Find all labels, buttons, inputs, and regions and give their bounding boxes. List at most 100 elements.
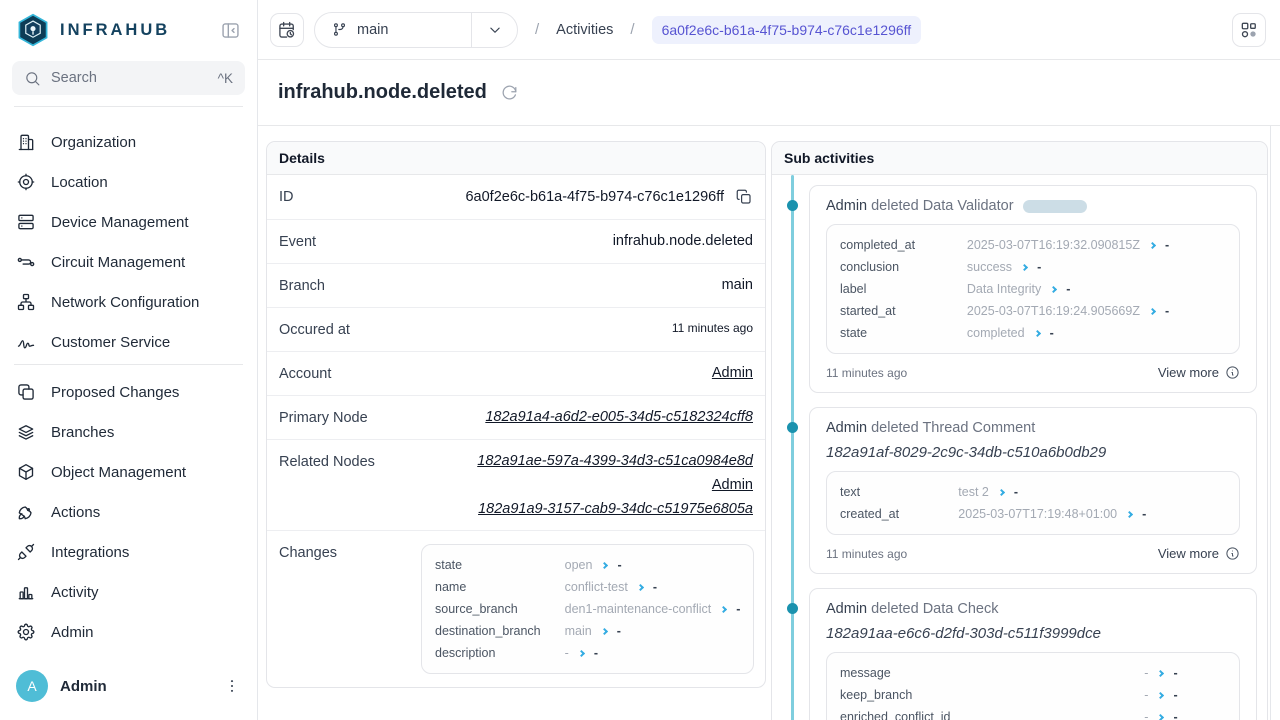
field-value-inner: -- <box>565 644 598 662</box>
card-footer: 11 minutes agoView more <box>826 546 1240 561</box>
field-key: text <box>840 481 958 503</box>
sidebar-item-actions[interactable]: Actions <box>0 492 257 532</box>
breadcrumb-id-pill[interactable]: 6a0f2e6c-b61a-4f75-b974-c76c1e1296ff <box>652 16 922 44</box>
sidebar-item-network-configuration[interactable]: Network Configuration <box>0 282 257 322</box>
branch-selector[interactable]: main <box>314 12 518 48</box>
card-node-id: 182a91af-8029-2c9c-34db-c510a6b0db29 <box>826 444 1240 461</box>
branch-dropdown-caret[interactable] <box>471 13 517 47</box>
refresh-icon[interactable] <box>500 83 519 102</box>
sidebar-item-integrations[interactable]: Integrations <box>0 532 257 572</box>
card-action: deleted Data Validator <box>871 198 1013 214</box>
field-value-inner: -- <box>1144 686 1177 704</box>
schema-components-button[interactable] <box>1232 13 1266 47</box>
breadcrumb-activities-link[interactable]: Activities <box>556 22 613 38</box>
view-more-link[interactable]: View more <box>1158 365 1240 380</box>
detail-label: Branch <box>279 277 407 294</box>
view-more-label: View more <box>1158 546 1219 561</box>
field-value: main - <box>565 620 741 642</box>
field-value-inner: Data Integrity- <box>967 280 1071 298</box>
field-key: destination_branch <box>435 620 565 642</box>
sidebar-item-proposed-changes[interactable]: Proposed Changes <box>0 372 257 412</box>
sidebar-item-admin[interactable]: Admin <box>0 612 257 652</box>
chevron-right-icon <box>1149 307 1156 314</box>
changes-box: texttest 2-created_at2025-03-07T17:19:48… <box>826 471 1240 535</box>
field-value-inner: den1-maintenance-conflict- <box>565 600 741 618</box>
field-old-value: - <box>1144 664 1148 682</box>
detail-value: 11 minutes ago <box>672 321 753 335</box>
node-link[interactable]: 182a91ae-597a-4399-34d3-c51ca0984e8d <box>477 453 753 469</box>
field-row: destination_branchmain - <box>435 620 740 642</box>
chart-bar-icon <box>16 582 36 602</box>
sidebar-item-label: Customer Service <box>51 334 170 351</box>
chevron-right-icon <box>601 561 608 568</box>
detail-row: Eventinfrahub.node.deleted <box>267 220 765 264</box>
node-link[interactable]: Admin <box>712 477 753 493</box>
field-key: completed_at <box>840 234 967 256</box>
field-value: open- <box>565 554 741 576</box>
sidebar-item-device-management[interactable]: Device Management <box>0 202 257 242</box>
detail-row: Related Nodes182a91ae-597a-4399-34d3-c51… <box>267 440 765 531</box>
sub-activity-card[interactable]: Admindeleted Data Check182a91aa-e6c6-d2f… <box>809 588 1257 720</box>
git-branch-icon <box>331 21 348 38</box>
field-row: started_at2025-03-07T16:19:24.905669Z- <box>840 300 1226 322</box>
field-key: source_branch <box>435 598 565 620</box>
infrahub-logo-icon <box>16 13 50 47</box>
field-old-value: main <box>565 622 592 640</box>
avatar: A <box>16 670 48 702</box>
sub-activities-panel: Sub activities Admindeleted Data Validat… <box>771 141 1268 720</box>
sidebar-item-label: Branches <box>51 424 114 441</box>
field-row: nameconflict-test- <box>435 576 740 598</box>
field-value-inner: 2025-03-07T16:19:24.905669Z- <box>967 302 1169 320</box>
sidebar-item-object-management[interactable]: Object Management <box>0 452 257 492</box>
field-new-value: - <box>1173 664 1177 682</box>
field-old-value: den1-maintenance-conflict <box>565 600 712 618</box>
sidebar-item-organization[interactable]: Organization <box>0 122 257 162</box>
sidebar-item-branches[interactable]: Branches <box>0 412 257 452</box>
field-value: Data Integrity- <box>967 278 1226 300</box>
server-icon <box>16 212 36 232</box>
field-key: conclusion <box>840 256 967 278</box>
time-travel-button[interactable] <box>270 13 304 47</box>
copy-icon[interactable] <box>735 188 753 206</box>
field-old-value: 2025-03-07T16:19:24.905669Z <box>967 302 1140 320</box>
sidebar-item-activity[interactable]: Activity <box>0 572 257 612</box>
sub-activity-card[interactable]: Admindeleted Data Validatorcompleted_at2… <box>809 185 1257 393</box>
changes-box: message--keep_branch--enriched_conflict_… <box>826 652 1240 720</box>
brand-row: INFRAHUB <box>0 0 257 58</box>
sidebar-item-label: Actions <box>51 504 100 521</box>
field-value: completed- <box>967 322 1226 344</box>
field-new-value: - <box>1173 686 1177 704</box>
field-key: enriched_conflict_id <box>840 706 1144 720</box>
field-new-value: - <box>594 644 598 662</box>
timeline-entry: Admindeleted Data Check182a91aa-e6c6-d2f… <box>809 588 1257 720</box>
sidebar-item-location[interactable]: Location <box>0 162 257 202</box>
chevron-right-icon <box>578 649 585 656</box>
scrollbar-track <box>1270 126 1271 720</box>
sidebar-item-customer-service[interactable]: Customer Service <box>0 322 257 362</box>
field-value: test 2- <box>958 481 1226 503</box>
node-link[interactable]: Admin <box>712 365 753 381</box>
user-menu-dots-icon[interactable] <box>223 677 241 695</box>
node-link[interactable]: 182a91a4-a6d2-e005-34d5-c5182324cff8 <box>485 409 753 425</box>
sidebar-collapse-icon[interactable] <box>218 18 243 43</box>
content-area: Details ID6a0f2e6c-b61a-4f75-b974-c76c1e… <box>258 126 1280 720</box>
field-value: -- <box>1144 684 1226 706</box>
card-action: deleted Thread Comment <box>871 420 1035 436</box>
field-row: created_at2025-03-07T17:19:48+01:00- <box>840 503 1226 525</box>
layers-icon <box>16 422 36 442</box>
node-link[interactable]: 182a91a9-3157-cab9-34dc-c51975e6805a <box>478 501 753 517</box>
view-more-link[interactable]: View more <box>1158 546 1240 561</box>
sidebar-item-label: Location <box>51 174 108 191</box>
timeline-dot <box>787 200 798 211</box>
search-input[interactable]: Search ^K <box>12 61 245 95</box>
card-actor: Admin <box>826 420 867 436</box>
sub-activity-card[interactable]: Admindeleted Thread Comment 182a91af-8029… <box>809 407 1257 574</box>
chevron-right-icon <box>1149 241 1156 248</box>
field-new-value: - <box>617 622 621 640</box>
timeline-dot <box>787 422 798 433</box>
detail-label: ID <box>279 188 407 205</box>
chevron-right-icon <box>601 627 608 634</box>
sidebar-item-circuit-management[interactable]: Circuit Management <box>0 242 257 282</box>
field-row: message-- <box>840 662 1226 684</box>
building-icon <box>16 132 36 152</box>
